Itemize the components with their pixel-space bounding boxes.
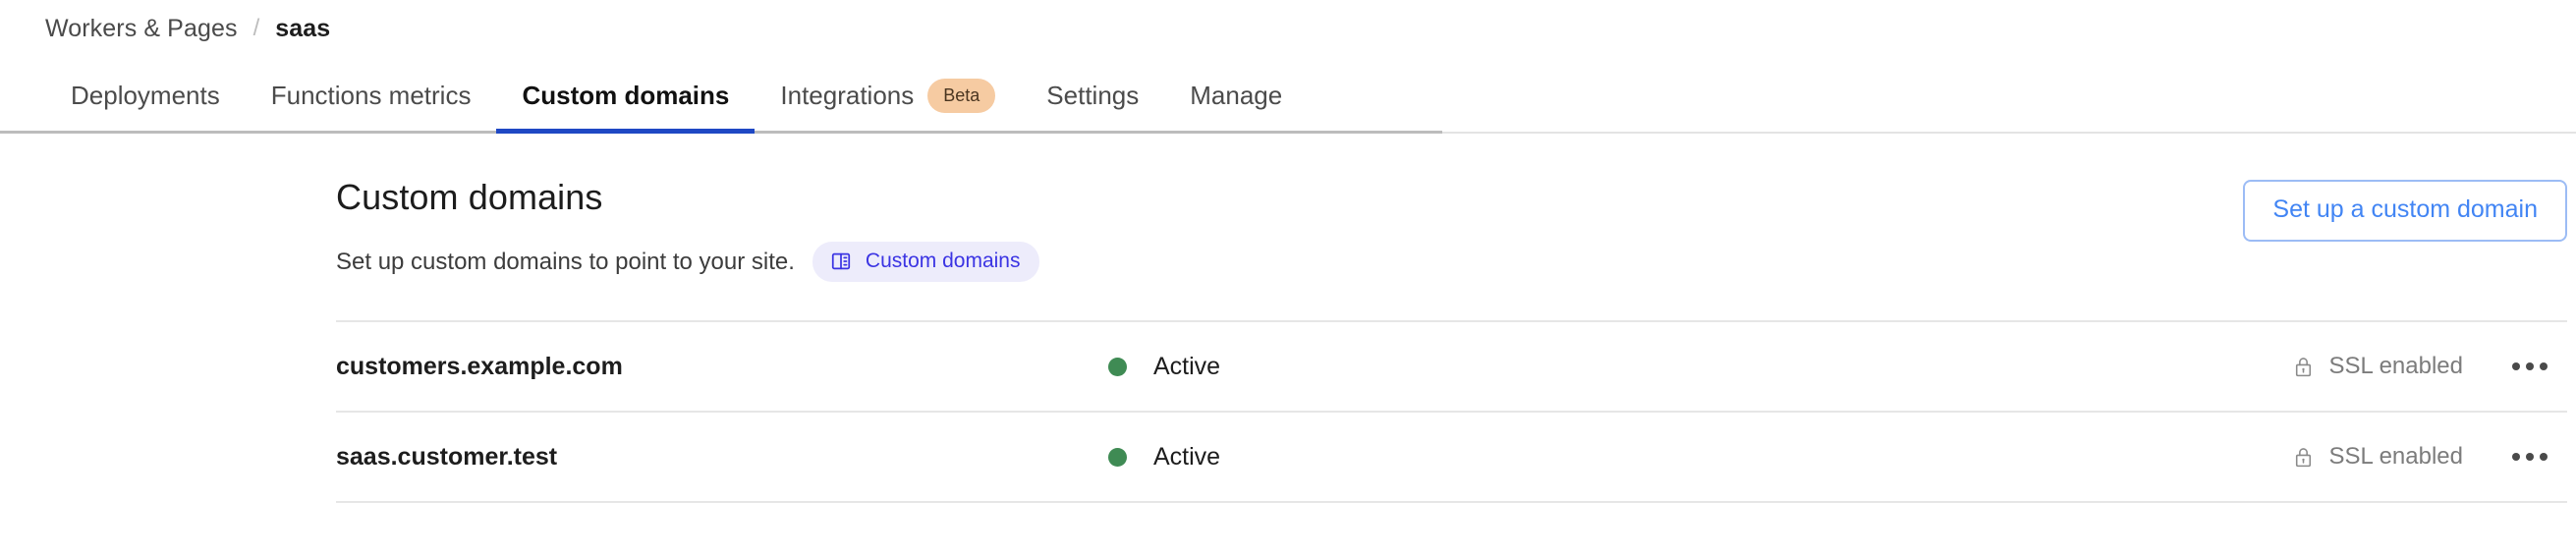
tab-custom-domains[interactable]: Custom domains bbox=[496, 57, 756, 134]
ssl-label: SSL enabled bbox=[2328, 443, 2463, 470]
tab-deployments[interactable]: Deployments bbox=[45, 57, 246, 134]
tab-label: Settings bbox=[1046, 80, 1140, 110]
tab-manage[interactable]: Manage bbox=[1164, 57, 1308, 134]
menu-dot bbox=[2540, 453, 2548, 461]
status-dot-icon bbox=[1108, 357, 1127, 376]
section-subtitle: Set up custom domains to point to your s… bbox=[336, 248, 795, 275]
menu-dot bbox=[2526, 453, 2534, 461]
page-title: Custom domains bbox=[336, 177, 603, 217]
tab-label: Manage bbox=[1190, 80, 1283, 110]
breadcrumb-separator: / bbox=[252, 15, 260, 41]
lock-icon bbox=[2293, 356, 2314, 378]
tab-label: Custom domains bbox=[522, 80, 730, 110]
status-dot-icon bbox=[1108, 447, 1127, 467]
set-up-custom-domain-button[interactable]: Set up a custom domain bbox=[2243, 180, 2567, 242]
domain-name: customers.example.com bbox=[336, 352, 623, 380]
table-row[interactable]: customers.example.com Active SSL enabled bbox=[336, 322, 2567, 411]
tab-label: Deployments bbox=[71, 80, 220, 110]
ssl-status: SSL enabled bbox=[2293, 443, 2463, 471]
menu-dot bbox=[2512, 453, 2520, 461]
book-icon bbox=[830, 250, 852, 272]
ssl-status: SSL enabled bbox=[2293, 353, 2463, 380]
domain-status: Active bbox=[783, 353, 2293, 381]
breadcrumb: Workers & Pages / saas bbox=[0, 0, 2576, 57]
beta-badge: Beta bbox=[927, 78, 996, 113]
breadcrumb-current: saas bbox=[275, 14, 331, 42]
overflow-menu-icon[interactable] bbox=[2492, 453, 2567, 461]
menu-dot bbox=[2526, 362, 2534, 370]
table-row[interactable]: saas.customer.test Active SSL enabled bbox=[336, 413, 2567, 501]
domain-status: Active bbox=[783, 443, 2293, 472]
custom-domains-doc-link[interactable]: Custom domains bbox=[812, 242, 1040, 282]
doc-link-label: Custom domains bbox=[865, 250, 1021, 272]
tab-integrations[interactable]: Integrations Beta bbox=[755, 57, 1021, 134]
custom-domains-table: customers.example.com Active SSL enabled bbox=[336, 320, 2576, 503]
breadcrumb-parent-link[interactable]: Workers & Pages bbox=[45, 15, 238, 43]
tab-settings[interactable]: Settings bbox=[1021, 57, 1164, 134]
main-content: Custom domains Set up custom domains to … bbox=[0, 134, 2576, 503]
ssl-label: SSL enabled bbox=[2328, 353, 2463, 379]
section-header: Custom domains Set up custom domains to … bbox=[336, 134, 2576, 282]
overflow-menu-icon[interactable] bbox=[2492, 362, 2567, 370]
section-header-text: Custom domains Set up custom domains to … bbox=[336, 177, 1040, 282]
domain-name: saas.customer.test bbox=[336, 442, 558, 471]
lock-icon bbox=[2293, 446, 2314, 469]
tab-label: Functions metrics bbox=[270, 80, 472, 110]
menu-dot bbox=[2512, 362, 2520, 370]
tab-label: Integrations bbox=[780, 80, 915, 110]
status-label: Active bbox=[1153, 352, 1221, 380]
menu-dot bbox=[2540, 362, 2548, 370]
subtitle-row: Set up custom domains to point to your s… bbox=[336, 242, 1040, 282]
table-bottom-divider bbox=[336, 501, 2567, 503]
tab-bar: Deployments Functions metrics Custom dom… bbox=[0, 57, 2576, 134]
tab-functions-metrics[interactable]: Functions metrics bbox=[246, 57, 497, 134]
status-label: Active bbox=[1153, 442, 1221, 471]
